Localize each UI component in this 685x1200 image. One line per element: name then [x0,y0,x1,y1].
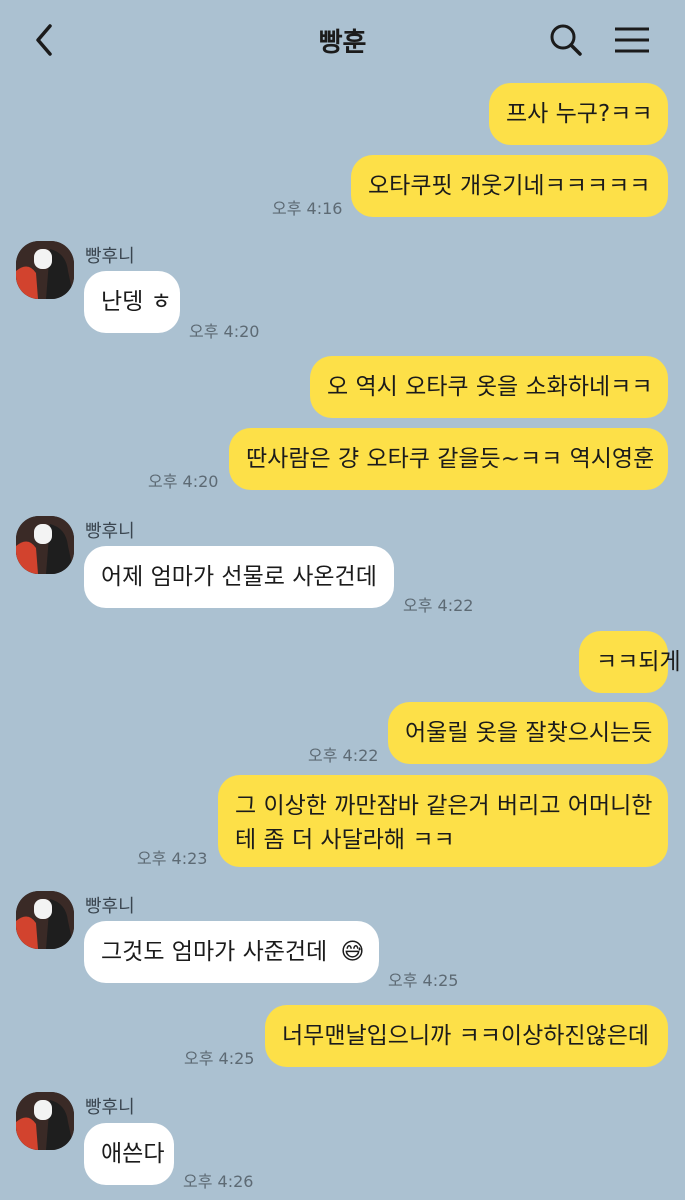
search-icon[interactable] [548,20,584,60]
my-message-bubble[interactable]: 딴사람은 걍 오타쿠 같을듯~ㅋㅋ 역시영훈 [229,428,668,490]
avatar[interactable] [16,516,74,574]
message-time: 오후 4:20 [148,472,219,491]
my-message-bubble[interactable]: 어울릴 옷을 잘찾으시는듯 [388,702,668,764]
sender-name: 빵후니 [85,521,135,542]
their-message-bubble[interactable]: 애쓴다 [84,1123,174,1185]
sender-name: 빵후니 [85,1097,135,1118]
my-message-bubble[interactable]: ㅋㅋ되게 [579,631,681,693]
their-message-bubble[interactable]: 그것도 엄마가 사준건데 😅 [84,921,379,983]
sender-name: 빵후니 [85,896,135,917]
message-time: 오후 4:26 [183,1172,254,1191]
message-time: 오후 4:16 [272,199,343,218]
my-message-bubble[interactable]: 오타쿠핏 개웃기네ㅋㅋㅋㅋㅋ [351,155,668,217]
menu-icon[interactable] [612,20,652,60]
emoji-icon: 😅 [340,939,365,965]
message-time: 오후 4:25 [388,971,459,990]
message-time: 오후 4:22 [403,596,474,615]
message-time: 오후 4:25 [184,1049,255,1068]
my-message-bubble[interactable]: 너무맨날입으니까 ㅋㅋ이상하진않은데 [265,1005,668,1067]
my-message-bubble[interactable]: 그 이상한 까만잠바 같은거 버리고 어머니한 테 좀 더 사달라해 ㅋㅋ [218,775,668,867]
sender-name: 빵후니 [85,246,135,267]
my-message-bubble[interactable]: 오 역시 오타쿠 옷을 소화하네ㅋㅋ [310,356,668,418]
my-message-bubble[interactable]: 프사 누구?ㅋㅋ [489,83,668,145]
message-text-line: 그 이상한 까만잠바 같은거 버리고 어머니한 [235,793,653,819]
message-text-line: 테 좀 더 사달라해 ㅋㅋ [235,827,455,853]
avatar[interactable] [16,1092,74,1150]
their-message-bubble[interactable]: 어제 엄마가 선물로 사온건데 [84,546,394,608]
avatar[interactable] [16,891,74,949]
their-message-bubble[interactable]: 난뎅 ㅎ [84,271,180,333]
message-time: 오후 4:20 [189,322,260,341]
avatar[interactable] [16,241,74,299]
message-time: 오후 4:23 [137,849,208,868]
message-time: 오후 4:22 [308,746,379,765]
chat-header: 빵훈 [0,0,685,80]
message-text: 그것도 엄마가 사준건데 [101,939,328,965]
